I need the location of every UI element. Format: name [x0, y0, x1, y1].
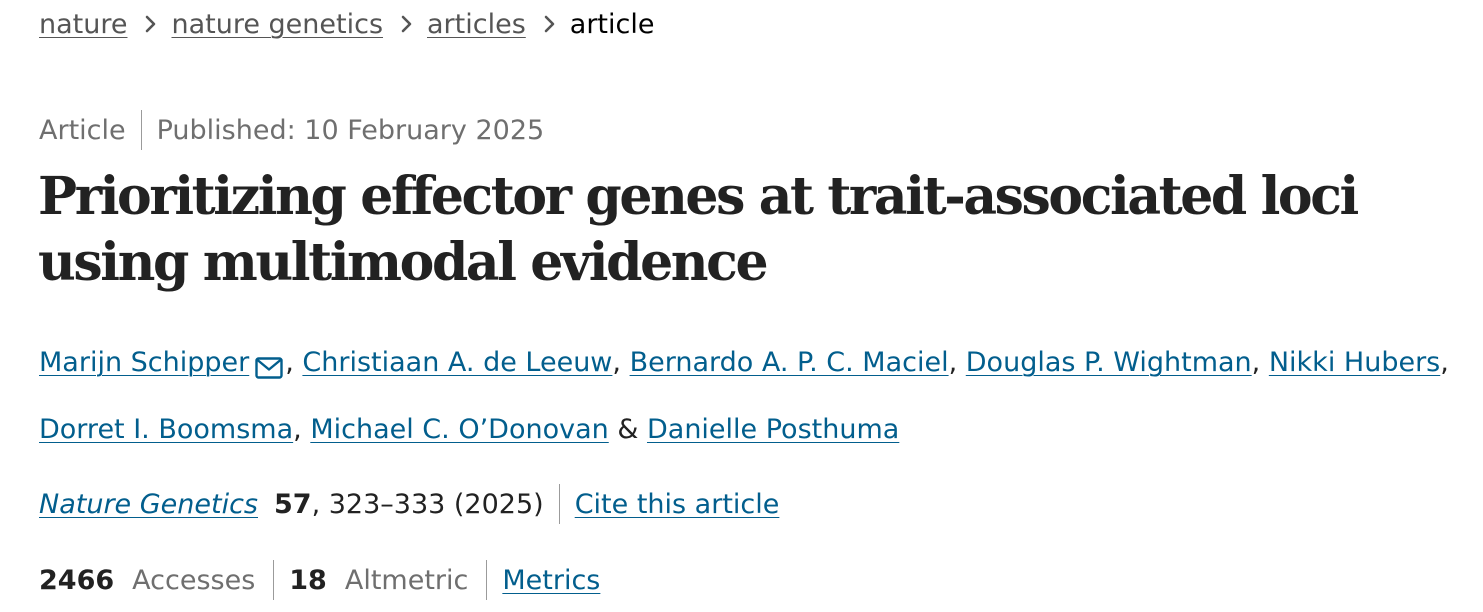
author-separator: , — [948, 347, 966, 378]
breadcrumb-link-nature-genetics[interactable]: nature genetics — [171, 9, 383, 40]
breadcrumb: nature nature genetics articles article — [39, 6, 654, 42]
author-link[interactable]: Dorret I. Boomsma — [39, 414, 293, 445]
metrics-divider — [273, 560, 275, 600]
author-separator: , — [1251, 347, 1269, 378]
journal-link[interactable]: Nature Genetics — [39, 489, 258, 520]
article-metrics: 2466 Accesses 18 Altmetric Metrics — [39, 560, 600, 600]
author-link[interactable]: Bernardo A. P. C. Maciel — [630, 347, 949, 378]
published-date: Published: 10 February 2025 — [156, 114, 545, 146]
article-meta: Article Published: 10 February 2025 — [39, 110, 544, 150]
chevron-right-icon — [401, 15, 413, 33]
author-link[interactable]: Christiaan A. de Leeuw — [302, 347, 612, 378]
accesses-count: 2466 — [39, 564, 115, 596]
author-list: Marijn Schipper, Christiaan A. de Leeuw,… — [39, 333, 1459, 459]
article-type: Article — [39, 114, 126, 146]
breadcrumb-link-articles[interactable]: articles — [427, 9, 526, 40]
author-separator: , — [1440, 347, 1458, 378]
author-link[interactable]: Michael C. O’Donovan — [310, 414, 608, 445]
article-header-page: nature nature genetics articles article … — [0, 0, 1483, 612]
chevron-right-icon — [145, 15, 157, 33]
accesses-label: Accesses — [132, 564, 256, 596]
citation: Nature Genetics 57, 323–333 (2025) Cite … — [39, 484, 779, 524]
mail-icon[interactable] — [255, 341, 283, 400]
author-link[interactable]: Nikki Hubers — [1269, 347, 1440, 378]
altmetric-label: Altmetric — [344, 564, 469, 596]
article-title: Prioritizing effector genes at trait-ass… — [38, 166, 1359, 293]
journal-volume: 57 — [274, 488, 312, 520]
author-separator: , — [285, 347, 303, 378]
author-separator: , — [293, 414, 311, 445]
metrics-divider — [486, 560, 488, 600]
journal-pages-year: , 323–333 (2025) — [311, 488, 544, 520]
breadcrumb-link-nature[interactable]: nature — [39, 9, 127, 40]
author-link[interactable]: Danielle Posthuma — [647, 414, 899, 445]
author-link[interactable]: Douglas P. Wightman — [966, 347, 1252, 378]
citation-divider — [558, 484, 560, 524]
chevron-right-icon — [544, 15, 556, 33]
metrics-link[interactable]: Metrics — [502, 565, 600, 596]
author-ampersand: & — [608, 414, 647, 445]
breadcrumb-current: article — [569, 8, 655, 40]
author-separator: , — [612, 347, 630, 378]
cite-this-article-link[interactable]: Cite this article — [575, 489, 780, 520]
author-link[interactable]: Marijn Schipper — [39, 347, 249, 378]
meta-divider — [140, 110, 142, 150]
altmetric-count: 18 — [289, 564, 327, 596]
